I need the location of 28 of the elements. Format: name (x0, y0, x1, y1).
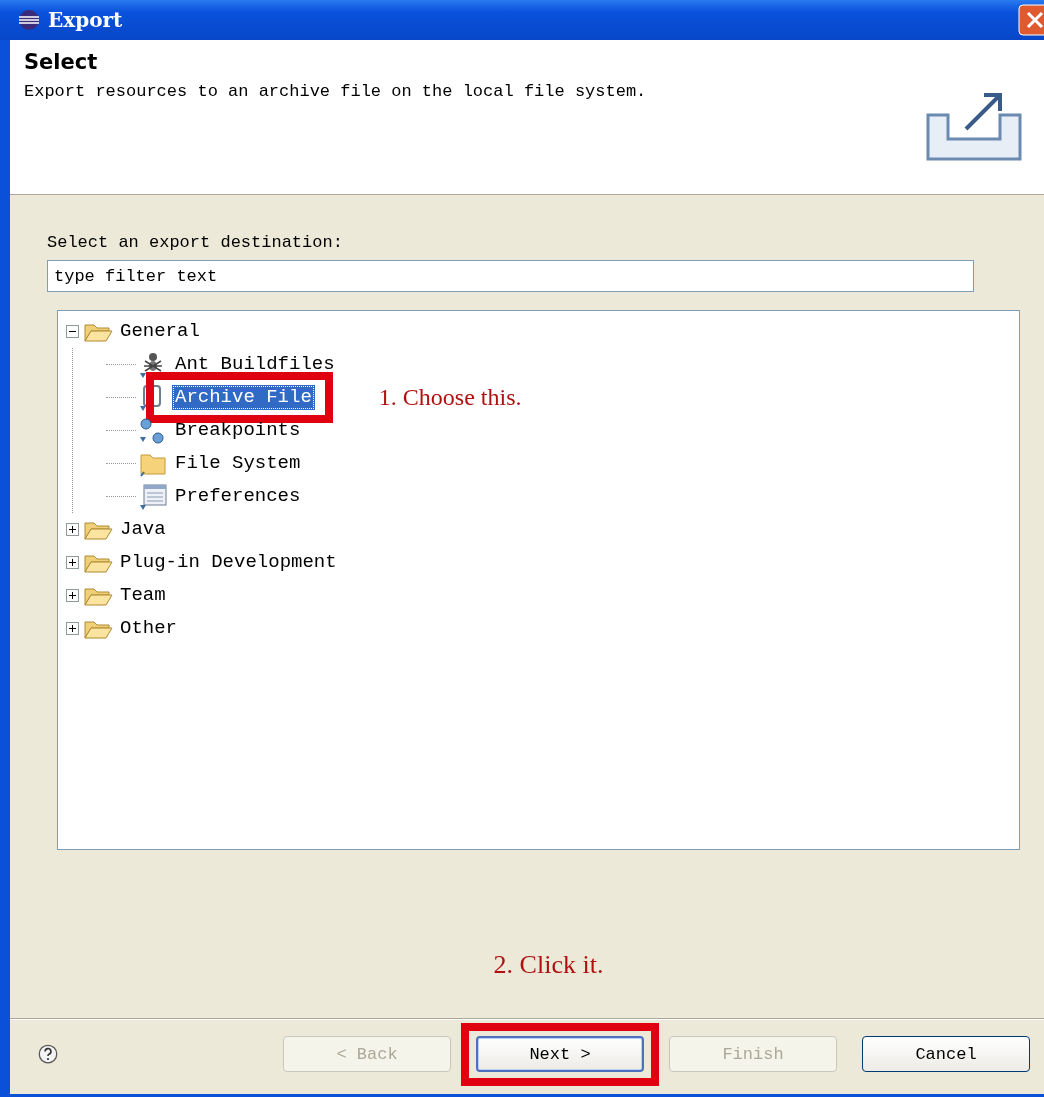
collapse-icon[interactable] (66, 325, 79, 338)
annotation-text: 1. Choose this. (378, 384, 522, 411)
tree-item[interactable]: Other (117, 616, 180, 641)
annotation-text: 2. Click it. (492, 950, 605, 980)
app-icon (18, 9, 40, 31)
dialog-button[interactable]: Cancel (862, 1036, 1030, 1072)
expand-icon[interactable] (66, 622, 79, 635)
page-title: Select (24, 50, 99, 74)
tree-item[interactable]: Preferences (172, 484, 304, 509)
close-icon[interactable] (1018, 4, 1044, 36)
help-icon[interactable] (38, 1042, 58, 1066)
tree-item[interactable]: Archive File (172, 385, 315, 410)
expand-icon[interactable] (66, 523, 79, 536)
tree-item[interactable]: General (117, 319, 203, 344)
expand-icon[interactable] (66, 556, 79, 569)
tree-item[interactable]: Java (117, 517, 169, 542)
expand-icon[interactable] (66, 589, 79, 602)
preferences-icon (138, 482, 168, 511)
tree-item[interactable]: File System (172, 451, 304, 476)
dialog-button[interactable]: Next > (476, 1036, 644, 1072)
field-label: Select an export destination: (47, 233, 344, 252)
tree-item[interactable]: Team (117, 583, 169, 608)
tree-item[interactable]: Plug-in Development (117, 550, 340, 575)
tree-item[interactable]: Breakpoints (172, 418, 304, 443)
page-description: Export resources to an archive file on the local file system. (24, 82, 648, 101)
filter-field[interactable]: type filter text (47, 260, 974, 292)
tree-item[interactable]: Ant Buildfiles (172, 352, 338, 377)
window-title: Export (48, 8, 123, 32)
